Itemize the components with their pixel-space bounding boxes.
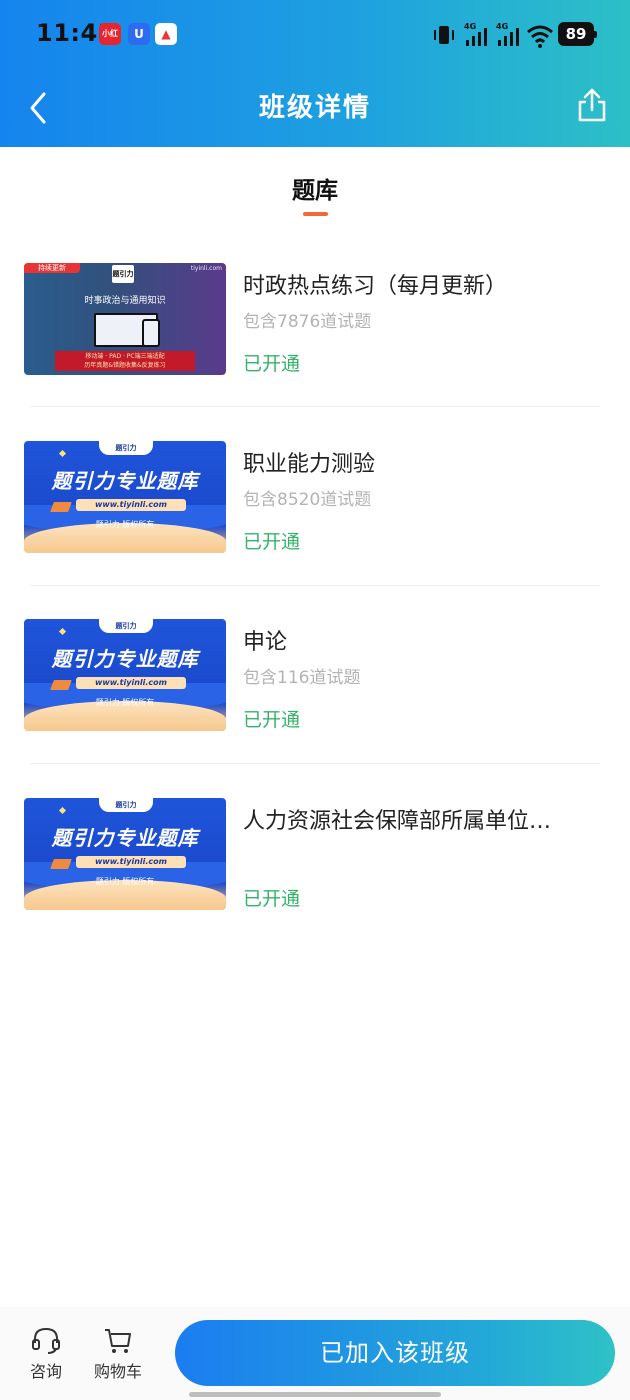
network-label: 4G [464, 22, 476, 31]
vibrate-icon [434, 26, 454, 44]
update-tag: 持续更新 [24, 263, 80, 273]
item-title: 人力资源社会保障部所属单位… [243, 809, 552, 834]
divider [30, 406, 600, 407]
banner-feature-line: 历年真题&错题收集&反复练习 [84, 362, 166, 369]
banner-url: www.tiyinli.com [76, 499, 186, 511]
list-item[interactable]: 题引力 题引力专业题库 www.tiyinli.com 题引力 版权所有 人力资… [24, 798, 604, 911]
list-item[interactable]: 题引力 题引力专业题库 www.tiyinli.com 题引力 版权所有 职业能… [24, 441, 604, 554]
item-count: 包含7876道试题 [243, 312, 372, 332]
item-status: 已开通 [243, 709, 301, 731]
item-count: 包含116道试题 [243, 668, 361, 688]
cart-label: 购物车 [93, 1362, 142, 1381]
app-notification-icon: U [128, 23, 150, 45]
item-title: 职业能力测验 [243, 452, 376, 477]
status-bar: 11:43 小红书 U ▲ 4G 4G 89 [0, 0, 630, 68]
cellular-signal-icon: 4G [464, 22, 487, 46]
item-title: 申论 [243, 630, 288, 655]
home-indicator [189, 1392, 441, 1397]
brand-logo: 题引力 [99, 441, 153, 455]
list-item[interactable]: 持续更新 题引力 tiyinli.com 时事政治与通用知识 移动端 · PAD… [24, 263, 604, 376]
item-title: 时政热点练习（每月更新） [243, 274, 508, 299]
banner-copyright: 题引力 版权所有 [95, 520, 155, 529]
joined-class-button[interactable]: 已加入该班级 [175, 1320, 615, 1386]
consult-button[interactable]: 咨询 [16, 1326, 76, 1382]
star-icon [58, 627, 67, 636]
app-notification-icon-2: ▲ [155, 23, 177, 45]
battery-indicator: 89 [558, 22, 597, 46]
banner-url: www.tiyinli.com [76, 677, 186, 689]
book-icon [50, 859, 72, 869]
banner-title: 题引力专业题库 [51, 647, 199, 671]
tab-question-bank[interactable]: 题库 [0, 171, 630, 205]
item-status: 已开通 [243, 531, 301, 553]
banner-feature-line: 移动端 · PAD · PC端三端适配 [85, 353, 165, 360]
tab-active-indicator [303, 212, 328, 216]
divider [30, 763, 600, 764]
header-bar: 11:43 小红书 U ▲ 4G 4G 89 [0, 0, 630, 147]
device-phone-image [142, 319, 160, 347]
divider [30, 585, 600, 586]
cellular-signal-icon-2: 4G [496, 22, 519, 46]
banner-url: www.tiyinli.com [76, 856, 186, 868]
banner-feature-box: 移动端 · PAD · PC端三端适配 历年真题&错题收集&反复练习 [55, 351, 195, 371]
banner-copyright: 题引力 版权所有 [95, 698, 155, 707]
page-title: 班级详情 [258, 93, 371, 123]
headset-icon [32, 1327, 60, 1354]
consult-label: 咨询 [29, 1362, 62, 1381]
book-icon [50, 680, 72, 690]
share-icon[interactable] [574, 86, 610, 124]
network-label-2: 4G [496, 22, 508, 31]
course-thumbnail: 题引力 题引力专业题库 www.tiyinli.com 题引力 版权所有 [24, 619, 226, 731]
course-thumbnail: 题引力 题引力专业题库 www.tiyinli.com 题引力 版权所有 [24, 798, 226, 910]
item-status: 已开通 [243, 888, 301, 910]
cart-icon [105, 1329, 131, 1353]
course-thumbnail: 持续更新 题引力 tiyinli.com 时事政治与通用知识 移动端 · PAD… [24, 263, 226, 375]
site-url: tiyinli.com [190, 265, 222, 272]
brand-logo: 题引力 [99, 798, 153, 812]
brand-logo: 题引力 [99, 619, 153, 633]
wifi-icon [527, 25, 553, 48]
list-item[interactable]: 题引力 题引力专业题库 www.tiyinli.com 题引力 版权所有 申论 … [24, 619, 604, 732]
book-icon [50, 502, 72, 512]
star-icon [58, 806, 67, 815]
xiaohongshu-notification-icon: 小红书 [99, 23, 121, 45]
banner-title: 题引力专业题库 [51, 826, 199, 850]
banner-subtitle: 时事政治与通用知识 [84, 296, 166, 306]
banner-copyright: 题引力 版权所有 [95, 877, 155, 886]
brand-logo: 题引力 [112, 265, 134, 283]
item-status: 已开通 [243, 353, 301, 375]
item-count: 包含8520道试题 [243, 490, 372, 510]
cart-button[interactable]: 购物车 [88, 1326, 148, 1382]
star-icon [58, 449, 67, 458]
banner-title: 题引力专业题库 [51, 469, 199, 493]
course-thumbnail: 题引力 题引力专业题库 www.tiyinli.com 题引力 版权所有 [24, 441, 226, 553]
